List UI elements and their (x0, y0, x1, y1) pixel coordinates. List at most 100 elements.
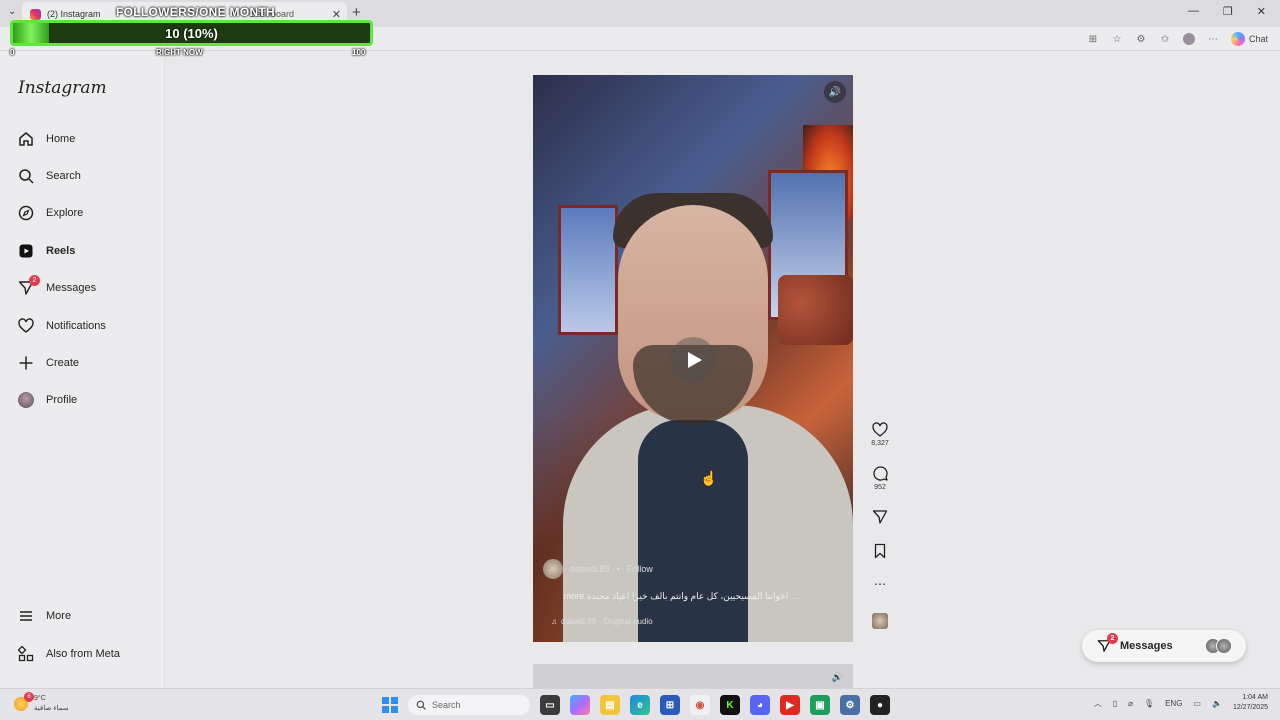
hand-cursor-icon: ☝ (700, 470, 718, 486)
sidebar-item-label: Also from Meta (46, 648, 120, 660)
volume-icon[interactable]: 🔊 (824, 81, 846, 103)
copilot-chat-button[interactable]: Chat (1230, 32, 1268, 46)
browser-profile-avatar[interactable] (1182, 33, 1195, 45)
messages-floating-button[interactable]: 2 Messages (1082, 630, 1246, 662)
sidebar-item-label: Notifications (46, 320, 106, 332)
sidebar-item-home[interactable]: Home (18, 131, 75, 147)
youtube-icon[interactable]: ▶ (780, 695, 800, 715)
copilot-app-icon[interactable] (570, 695, 590, 715)
search-icon (416, 700, 426, 710)
sun-icon: 6 (14, 692, 34, 711)
reel-caption[interactable]: more اخواننا المسيحيين، كل عام وانتم بال… (561, 591, 801, 602)
tab-close-icon[interactable]: ✕ (332, 8, 341, 21)
app-available-icon[interactable]: ⊞ (1087, 33, 1099, 45)
window-close-icon[interactable]: ✕ (1257, 5, 1266, 18)
tab-instagram-label: (2) Instagram (47, 9, 101, 19)
save-button[interactable] (868, 543, 892, 559)
task-view-icon[interactable]: ▭ (540, 695, 560, 715)
toolbar-icons: ⊞ ☆ ⚙ ✩ ⋯ Chat (1087, 32, 1268, 46)
sidebar-item-label: More (46, 610, 72, 622)
speaker-icon[interactable]: 🔈 (1212, 699, 1222, 708)
store-icon[interactable]: ⊞ (660, 695, 680, 715)
sidebar-item-explore[interactable]: Explore (18, 205, 83, 221)
play-icon (688, 352, 702, 368)
sidebar-item-reels[interactable]: Reels (18, 243, 75, 259)
sidebar-item-create[interactable]: Create (18, 355, 79, 371)
sidebar-item-also-from-meta[interactable]: Also from Meta (18, 646, 120, 662)
settings-gear-icon[interactable]: ⚙ (840, 695, 860, 715)
comment-icon (873, 466, 888, 481)
volume-icon[interactable]: 🔊 (832, 672, 843, 683)
obs-app-icon[interactable]: ● (870, 695, 890, 715)
share-button[interactable] (868, 509, 892, 525)
favorite-star-icon[interactable]: ☆ (1111, 33, 1123, 45)
tab-list-chevron-icon[interactable]: ⌄ (8, 6, 16, 17)
weather-badge: 6 (24, 692, 34, 702)
taskbar-search[interactable]: Search (408, 695, 530, 715)
next-reel-preview[interactable]: 🔊 (533, 664, 853, 688)
restore-icon[interactable]: ❐ (1223, 5, 1233, 18)
reel-video[interactable]: 🔊 dabadi.89 • Follow more اخواننا المسيح… (533, 75, 853, 642)
discord-icon[interactable]: ◕ (750, 695, 770, 715)
heart-icon (18, 318, 34, 334)
avatar (1216, 638, 1232, 654)
sidebar-item-label: Messages (46, 282, 97, 294)
network-icon[interactable]: ⌀ (1128, 699, 1133, 708)
follow-button[interactable]: Follow (627, 564, 653, 574)
chevron-up-icon[interactable]: ︿ (1094, 698, 1102, 709)
author-avatar[interactable] (543, 559, 563, 579)
new-tab-button[interactable]: + (352, 4, 361, 21)
display-icon[interactable]: ▭ (1193, 699, 1201, 708)
weather-widget[interactable]: 6 9°C سماء صافية (14, 692, 69, 714)
battery-icon[interactable]: ▯ (1113, 699, 1117, 708)
sidebar-item-profile[interactable]: Profile (18, 392, 77, 408)
audio-thumbnail[interactable] (868, 613, 892, 629)
sidebar-item-notifications[interactable]: Notifications (18, 318, 106, 334)
like-button[interactable]: 8,327 (868, 422, 892, 447)
progress-min-label: 0 (10, 48, 15, 57)
chat-label: Chat (1248, 34, 1268, 44)
messenger-icon: 2 (1096, 633, 1118, 654)
sidebar-item-more[interactable]: More (18, 608, 71, 624)
clock[interactable]: 1:04 AM 12/27/2025 (1233, 693, 1268, 713)
language-indicator[interactable]: ENG (1165, 699, 1182, 708)
plus-icon (18, 355, 34, 371)
file-explorer-icon[interactable]: ▤ (600, 695, 620, 715)
weather-temp: 9°C (34, 695, 46, 702)
sidebar-item-messages[interactable]: 2 Messages (18, 275, 97, 296)
more-options-icon[interactable]: ⋯ (1207, 33, 1219, 45)
taskbar-apps: Search ▭ ▤ e ⊞ ◉ K ◕ ▶ ▣ ⚙ ● (382, 695, 890, 715)
start-button[interactable] (382, 697, 398, 713)
video-logs (778, 275, 853, 345)
extensions-icon[interactable]: ⚙ (1135, 33, 1147, 45)
search-icon (18, 168, 34, 184)
more-dots-icon: ⋯ (874, 577, 886, 591)
microphone-icon[interactable]: 🎙 (1144, 699, 1154, 708)
reels-icon (18, 243, 34, 259)
caption-more-link[interactable]: more (564, 591, 585, 601)
author-username[interactable]: dabadi.89 (570, 564, 610, 574)
progress-mid-label: RIGHT NOW (156, 48, 203, 57)
chrome-icon[interactable]: ◉ (690, 695, 710, 715)
favorites-icon[interactable]: ✩ (1159, 33, 1171, 45)
teams-app-icon[interactable]: ▣ (810, 695, 830, 715)
comment-button[interactable]: 952 (868, 466, 892, 491)
more-options-button[interactable]: ⋯ (868, 577, 892, 591)
sidebar-item-label: Search (46, 170, 81, 182)
message-avatars (1205, 638, 1232, 654)
instagram-favicon-icon (30, 8, 41, 20)
windows-taskbar: 6 9°C سماء صافية Search ▭ ▤ e ⊞ ◉ K ◕ ▶ … (0, 688, 1280, 720)
reel-author: dabadi.89 • Follow (543, 559, 653, 579)
followers-progress-bar: 10 (10%) (10, 20, 373, 46)
progress-text: 10 (10%) (165, 26, 218, 41)
separator-dot: • (616, 564, 620, 574)
bookmark-icon (874, 543, 886, 559)
minimize-icon[interactable]: — (1188, 5, 1199, 18)
edge-browser-icon[interactable]: e (630, 695, 650, 715)
instagram-logo[interactable]: Instagram (18, 78, 107, 98)
play-button[interactable] (670, 337, 716, 383)
messages-pill-label: Messages (1120, 640, 1173, 652)
reel-audio[interactable]: ♫ dabadi.89 · Original audio (551, 617, 653, 626)
kick-app-icon[interactable]: K (720, 695, 740, 715)
sidebar-item-search[interactable]: Search (18, 168, 81, 184)
